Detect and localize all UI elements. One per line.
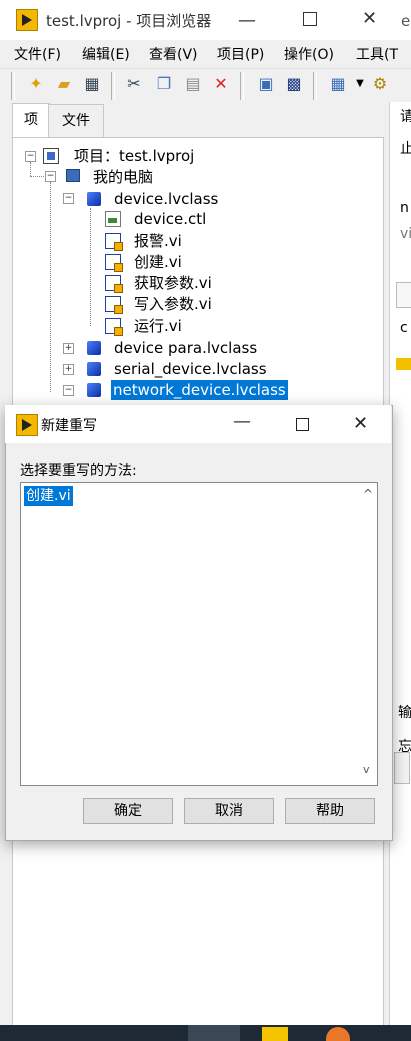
tree-item-class-device[interactable]: device.lvclass	[114, 189, 218, 209]
taskbar-app-active[interactable]	[188, 1025, 240, 1041]
method-listbox[interactable]: 创建.vi ^ v	[20, 482, 378, 786]
toolbar-extra-icon[interactable]: ⚙	[370, 74, 390, 94]
dialog-title-bar: 新建重写 — ✕	[5, 405, 391, 443]
vi-icon	[105, 296, 123, 314]
tree-item-vi[interactable]: 报警.vi	[134, 231, 182, 251]
labview-logo-icon	[16, 414, 38, 436]
tree-item-vi[interactable]: 写入参数.vi	[134, 294, 212, 314]
class-cube-icon	[87, 341, 101, 355]
tree-item-vi[interactable]: 运行.vi	[134, 316, 182, 336]
collapse-toggle[interactable]: −	[25, 151, 36, 162]
scroll-up-icon[interactable]: ^	[363, 487, 373, 501]
project-icon	[43, 148, 59, 164]
new-file-icon[interactable]: ✦	[26, 74, 46, 94]
collapse-toggle[interactable]: −	[63, 385, 74, 396]
fragment-control	[396, 282, 411, 308]
vi-icon	[105, 233, 123, 251]
menu-operate[interactable]: 操作(O)	[284, 44, 334, 64]
paste-icon[interactable]: ▤	[183, 74, 203, 94]
toolbar-separator	[313, 72, 317, 100]
tree-item-project[interactable]: 项目：test.lvproj	[74, 146, 194, 166]
tab-files-label: 文件	[62, 113, 90, 129]
menu-view[interactable]: 查看(V)	[149, 44, 198, 64]
tab-items[interactable]: 项	[12, 103, 50, 138]
tree-item-class-device-para[interactable]: device para.lvclass	[114, 338, 257, 358]
control-icon	[105, 211, 121, 227]
fragment-text: 请	[400, 109, 411, 125]
class-cube-icon	[87, 383, 101, 397]
toolbar-separator	[111, 72, 115, 100]
tab-files[interactable]: 文件	[48, 104, 104, 137]
collapse-toggle[interactable]: −	[45, 171, 56, 182]
delete-icon[interactable]: ✕	[211, 74, 231, 94]
tree-connector	[50, 182, 51, 392]
background-window-fragment: e	[401, 12, 411, 30]
help-button[interactable]: 帮助	[285, 798, 375, 824]
menu-file[interactable]: 文件(F)	[14, 44, 61, 64]
save-all-icon[interactable]: ▦	[82, 74, 102, 94]
taskbar-app-icon[interactable]	[262, 1027, 288, 1041]
title-bar: test.lvproj - 项目浏览器 — ✕ e	[0, 0, 411, 40]
taskbar	[0, 1025, 411, 1041]
menu-edit[interactable]: 编辑(E)	[82, 44, 130, 64]
class-cube-icon	[87, 192, 101, 206]
cancel-button[interactable]: 取消	[184, 798, 274, 824]
minimize-icon[interactable]: —	[233, 411, 251, 432]
list-item-selected[interactable]: 创建.vi	[24, 486, 73, 506]
fragment-text: n	[400, 200, 409, 216]
maximize-icon[interactable]	[296, 418, 309, 431]
fragment-highlight	[396, 358, 411, 370]
maximize-icon[interactable]	[303, 12, 317, 26]
fragment-text: vi	[400, 226, 411, 242]
computer-icon	[66, 169, 80, 182]
tab-items-label: 项	[24, 112, 38, 128]
scroll-down-icon[interactable]: v	[363, 763, 370, 776]
dialog-prompt: 选择要重写的方法:	[20, 463, 137, 479]
fragment-control	[394, 752, 410, 784]
view-options-icon[interactable]: ▦	[328, 74, 348, 94]
vi-icon	[105, 275, 123, 293]
tree-item-class-serial-device[interactable]: serial_device.lvclass	[114, 359, 267, 379]
labview-logo-icon	[16, 9, 38, 31]
tree-item-device-ctl[interactable]: device.ctl	[134, 209, 206, 229]
menu-bar: 文件(F) 编辑(E) 查看(V) 项目(P) 操作(O) 工具(T	[0, 40, 411, 66]
menu-tools[interactable]: 工具(T	[356, 44, 398, 64]
toolbar-grip	[11, 72, 15, 100]
window-title: test.lvproj - 项目浏览器	[46, 12, 212, 30]
expand-toggle[interactable]: +	[63, 343, 74, 354]
fragment-text: 止	[400, 141, 411, 157]
chevron-down-icon[interactable]: ▼	[350, 74, 370, 94]
copy-icon[interactable]: ❐	[154, 74, 174, 94]
class-cube-icon	[87, 362, 101, 376]
menu-project[interactable]: 项目(P)	[217, 44, 264, 64]
tree-item-computer[interactable]: 我的电脑	[93, 167, 153, 187]
collapse-toggle[interactable]: −	[63, 193, 74, 204]
tree-item-vi[interactable]: 获取参数.vi	[134, 273, 212, 293]
open-folder-icon[interactable]: ▰	[54, 74, 74, 94]
fragment-text: c	[400, 320, 408, 336]
vi-icon	[105, 318, 123, 336]
tree-connector	[30, 162, 31, 176]
fragment-text: 输	[398, 705, 411, 721]
close-icon[interactable]: ✕	[353, 413, 368, 434]
dialog-title: 新建重写	[41, 418, 97, 434]
scrollbar[interactable]: ^ v	[360, 483, 377, 783]
tree-item-class-network-device-selected[interactable]: network_device.lvclass	[111, 380, 288, 400]
cut-icon[interactable]: ✂	[124, 74, 144, 94]
tree-connector	[90, 208, 91, 326]
toolbar-separator	[240, 72, 244, 100]
save-project-icon[interactable]: ▩	[284, 74, 304, 94]
taskbar-app-icon[interactable]	[326, 1027, 350, 1041]
close-icon[interactable]: ✕	[362, 8, 377, 29]
tree-item-vi[interactable]: 创建.vi	[134, 252, 182, 272]
tree-connector	[30, 176, 44, 177]
project-properties-icon[interactable]: ▣	[256, 74, 276, 94]
minimize-icon[interactable]: —	[238, 10, 256, 31]
expand-toggle[interactable]: +	[63, 364, 74, 375]
vi-icon	[105, 254, 123, 272]
ok-button[interactable]: 确定	[83, 798, 173, 824]
